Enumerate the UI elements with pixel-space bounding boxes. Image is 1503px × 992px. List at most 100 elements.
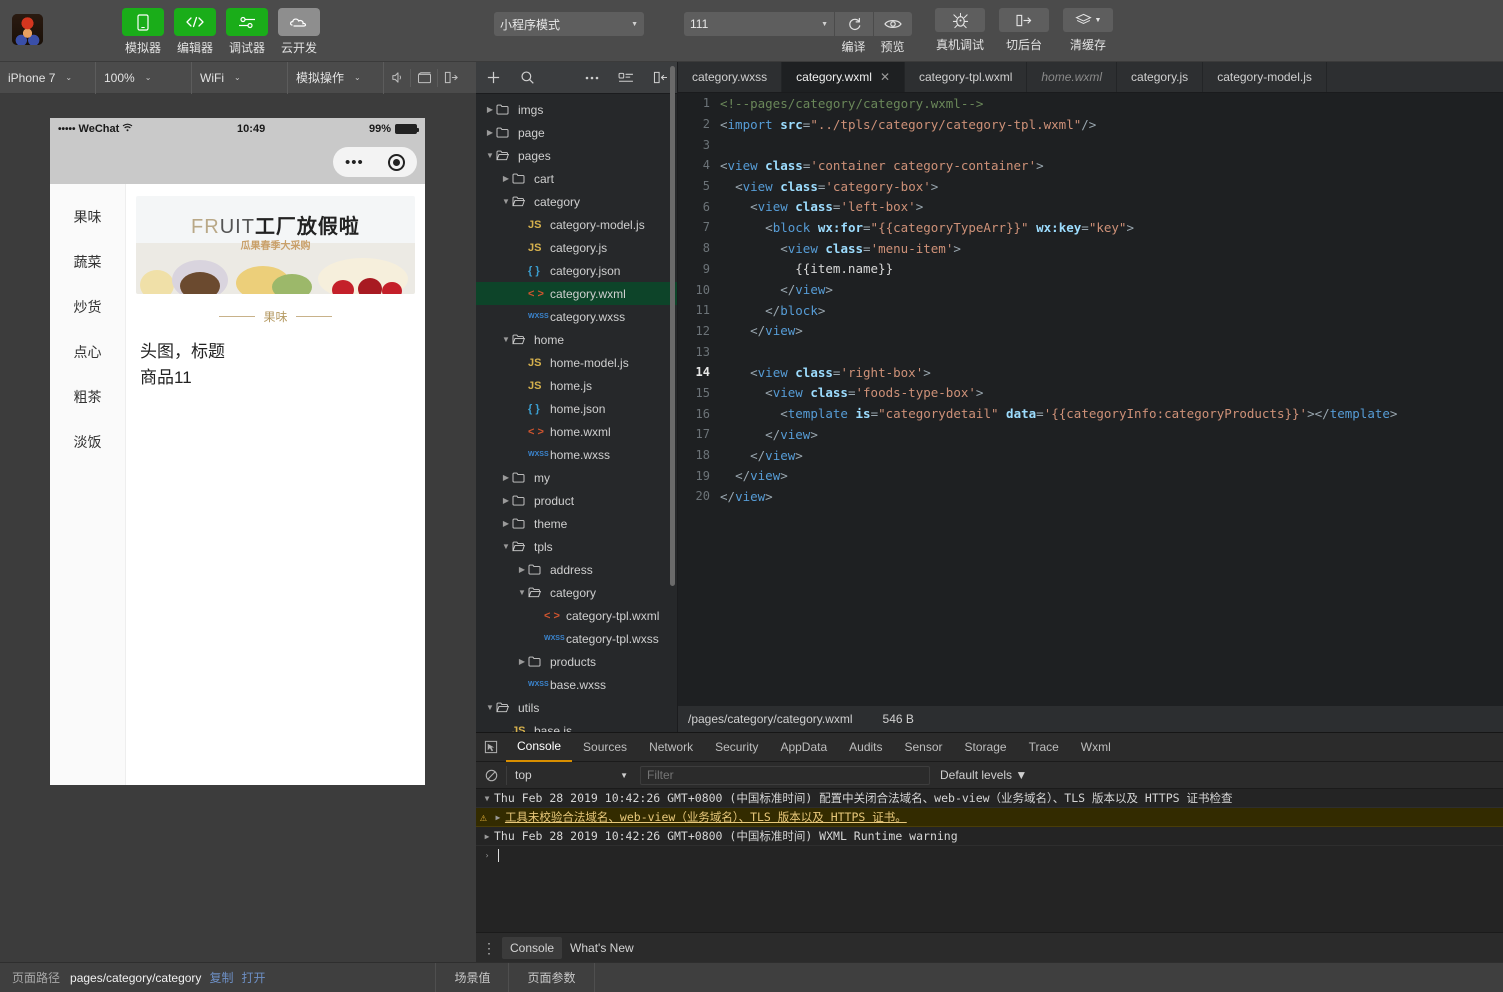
tree-folder-imgs[interactable]: ▶ imgs [476,98,677,121]
tree-file-category.json[interactable]: { } category.json [476,259,677,282]
promo-banner[interactable]: FRUIT工厂放假啦 瓜果春季大采购 [136,196,415,294]
console-context-select[interactable]: top ▼ [506,765,636,785]
tree-folder-page[interactable]: ▶ page [476,121,677,144]
chevron-right-icon[interactable]: ▶ [484,105,496,114]
tree-folder-category[interactable]: ▼ category [476,581,677,604]
code-line[interactable]: 12 </view> [678,321,1503,342]
devtools-tab-storage[interactable]: Storage [954,733,1018,762]
tree-file-category.wxml[interactable]: < > category.wxml [476,282,677,305]
add-icon[interactable] [476,62,510,94]
menu-item[interactable]: 炒货 [50,284,125,329]
compile-button[interactable] [835,12,873,36]
devtools-tab-console[interactable]: Console [506,733,573,762]
tree-file-category-tpl.wxml[interactable]: < > category-tpl.wxml [476,604,677,627]
tree-file-home.wxml[interactable]: < > home.wxml [476,420,677,443]
code-line[interactable]: 10 </view> [678,279,1503,300]
editor-tab-category-model.js[interactable]: category-model.js [1203,62,1327,92]
chevron-down-icon[interactable]: ▼ [500,542,512,551]
phone-preview[interactable]: ••••• WeChat 10:49 99% ••• 果味 蔬菜 炒货 点心 粗… [50,118,425,785]
chevron-down-icon[interactable]: ▼ [484,703,496,712]
console-warning-row[interactable]: ⚠ ▶ 工具未校验合法域名、web-view（业务域名）、TLS 版本以及 HTTP… [476,808,1503,827]
tree-file-base.wxss[interactable]: WXSS base.wxss [476,673,677,696]
console-level-select[interactable]: Default levels ▼ [940,768,1027,782]
volume-icon[interactable] [384,62,410,94]
devtools-tab-appdata[interactable]: AppData [769,733,838,762]
bottom-tab-whats-new[interactable]: What's New [562,937,642,959]
chevron-down-icon[interactable]: ▼ [484,151,496,160]
outline-icon[interactable] [609,62,643,94]
open-path-link[interactable]: 打开 [233,969,265,986]
tree-scrollbar[interactable] [670,66,675,586]
target-icon[interactable] [387,153,405,171]
file-tree[interactable]: ▶ imgs ▶ page ▼ pages ▶ cart ▼ category JS category… [476,94,677,732]
code-line[interactable]: 13 [678,341,1503,362]
code-line[interactable]: 20 </view> [678,486,1503,507]
chevron-down-icon[interactable]: ▼ [480,794,494,803]
devtools-tab-wxml[interactable]: Wxml [1070,733,1122,762]
more-icon[interactable]: ••• [345,155,364,170]
switch-background-button[interactable]: 切后台 [999,8,1049,53]
collapse-panel-icon[interactable] [438,62,464,94]
editor-tab-home.wxml[interactable]: home.wxml [1027,62,1118,92]
console-prompt[interactable]: › [476,846,1503,865]
tree-folder-my[interactable]: ▶ my [476,466,677,489]
compile-mode-select[interactable]: 小程序模式 ▼ [494,12,644,36]
tree-file-home-model.js[interactable]: JS home-model.js [476,351,677,374]
code-line[interactable]: 3 [678,134,1503,155]
devtools-tab-bar[interactable]: Console Sources Network Security AppData Audi… [476,733,1503,762]
menu-item[interactable]: 果味 [50,194,125,239]
kebab-menu-icon[interactable]: ⋮ [476,941,502,955]
code-line[interactable]: 15 <view class='foods-type-box'> [678,383,1503,404]
wechat-capsule[interactable]: ••• [333,147,417,177]
devtools-tab-network[interactable]: Network [638,733,704,762]
chevron-right-icon[interactable]: ▶ [484,128,496,137]
editor-tab-category-tpl.wxml[interactable]: category-tpl.wxml [905,62,1028,92]
devtools-tab-sources[interactable]: Sources [572,733,638,762]
code-line[interactable]: 5 <view class='category-box'> [678,176,1503,197]
console-filter-input[interactable] [640,765,930,785]
user-avatar[interactable] [12,14,43,45]
code-line[interactable]: 2 <import src="../tpls/category/category-… [678,114,1503,135]
rotate-screen-icon[interactable] [411,62,437,94]
tree-folder-products[interactable]: ▶ products [476,650,677,673]
simulate-action-select[interactable]: 模拟操作 ⌄ [288,61,384,94]
chevron-right-icon[interactable]: ▶ [491,813,505,822]
cloud-dev-button[interactable]: 云开发 [278,8,320,56]
editor-tab-strip[interactable]: category.wxss category.wxml ✕ category-tpl.… [678,62,1503,93]
device-select[interactable]: iPhone 7 ⌄ [0,61,96,94]
product-title[interactable]: 头图，标题 商品11 [140,339,425,390]
devtools-tab-security[interactable]: Security [704,733,769,762]
editor-toggle-button[interactable]: 编辑器 [174,8,216,56]
tree-file-base.js[interactable]: JS base.js [476,719,677,733]
chevron-right-icon[interactable]: ▶ [500,174,512,183]
code-line[interactable]: 11 </block> [678,300,1503,321]
chevron-right-icon[interactable]: ▶ [500,496,512,505]
code-area[interactable]: 1 <!--pages/category/category.wxml--> 2 <im… [678,93,1503,698]
chevron-right-icon[interactable]: ▶ [516,657,528,666]
inspect-element-icon[interactable] [476,740,506,754]
tree-file-category.js[interactable]: JS category.js [476,236,677,259]
code-line[interactable]: 16 <template is="categorydetail" data='{… [678,403,1503,424]
tree-folder-theme[interactable]: ▶ theme [476,512,677,535]
compile-target-select[interactable]: 111 ▼ [684,12,834,36]
tree-file-category-tpl.wxss[interactable]: WXSS category-tpl.wxss [476,627,677,650]
editor-tab-category.wxss[interactable]: category.wxss [678,62,783,92]
code-line[interactable]: 17 </view> [678,424,1503,445]
tree-folder-cart[interactable]: ▶ cart [476,167,677,190]
tree-folder-pages[interactable]: ▼ pages [476,144,677,167]
more-icon[interactable] [575,62,609,94]
clear-cache-button[interactable]: ▼ 清缓存 [1063,8,1113,53]
code-line[interactable]: 4 <view class='container category-contain… [678,155,1503,176]
code-line[interactable]: 7 <block wx:for="{{categoryTypeArr}}" wx… [678,217,1503,238]
bottom-tab-console[interactable]: Console [502,936,563,959]
chevron-down-icon[interactable]: ▼ [500,197,512,206]
editor-tab-category.wxml[interactable]: category.wxml ✕ [782,62,905,92]
close-icon[interactable]: ✕ [880,70,890,84]
network-select[interactable]: WiFi ⌄ [192,61,288,94]
tree-file-home.json[interactable]: { } home.json [476,397,677,420]
devtools-tab-audits[interactable]: Audits [838,733,893,762]
code-line[interactable]: 14 <view class='right-box'> [678,362,1503,383]
zoom-select[interactable]: 100% ⌄ [96,61,192,94]
tree-folder-tpls[interactable]: ▼ tpls [476,535,677,558]
search-icon[interactable] [510,62,544,94]
